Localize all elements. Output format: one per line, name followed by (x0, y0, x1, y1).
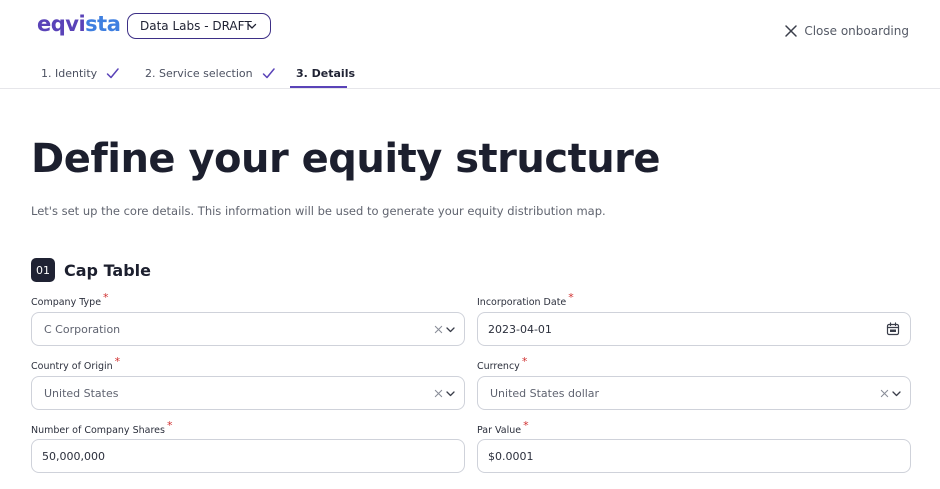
page-subtitle: Let's set up the core details. This info… (31, 204, 606, 218)
checkmark-icon (106, 67, 119, 78)
section-number-badge: 01 (31, 258, 55, 282)
currency-label-text: Currency (477, 361, 520, 372)
active-step-indicator (290, 86, 347, 88)
currency-value: United States dollar (490, 386, 600, 400)
country-label-text: Country of Origin (31, 361, 113, 372)
company-shares-value: 50,000,000 (42, 449, 105, 463)
step-label: 2. Service selection (145, 66, 253, 80)
close-icon (785, 25, 798, 37)
required-marker: * (103, 291, 109, 304)
company-type-label: Company Type * (31, 291, 109, 308)
step-label: 1. Identity (41, 66, 98, 80)
par-value-value: $0.0001 (488, 449, 534, 463)
company-shares-label: Number of Company Shares * (31, 419, 172, 436)
country-select[interactable]: United States (31, 376, 465, 410)
page-title: Define your equity structure (31, 136, 661, 182)
close-onboarding-button[interactable]: Close onboarding (784, 24, 909, 38)
chevron-down-icon (247, 23, 257, 29)
section-title: Cap Table (64, 260, 151, 280)
company-selector-dropdown[interactable]: Data Labs - DRAFT (127, 13, 271, 39)
chevron-down-icon (446, 391, 455, 397)
required-marker: * (568, 291, 574, 304)
required-marker: * (114, 355, 121, 368)
company-shares-input[interactable]: 50,000,000 (31, 439, 465, 473)
incorporation-date-label-text: Incorporation Date (477, 297, 567, 308)
company-shares-label-text: Number of Company Shares (31, 425, 165, 436)
cap-table-section-header: 01 Cap Table (31, 258, 151, 282)
incorporation-date-input[interactable]: 2023-04-01 (477, 312, 911, 346)
currency-select[interactable]: United States dollar (477, 376, 911, 410)
step-label: 3. Details (296, 66, 356, 80)
close-onboarding-label: Close onboarding (804, 24, 909, 38)
step-identity[interactable]: 1. Identity (41, 61, 120, 85)
step-details[interactable]: 3. Details (296, 61, 355, 85)
par-value-label-text: Par Value (477, 425, 522, 436)
eqvista-logo[interactable]: eqvista (37, 12, 121, 36)
currency-label: Currency * (477, 355, 527, 372)
incorporation-date-label: Incorporation Date * (477, 291, 574, 308)
par-value-label: Par Value * (477, 419, 529, 436)
onboarding-steps: 1. Identity 2. Service selection 3. Deta… (0, 57, 940, 89)
country-value: United States (44, 386, 119, 400)
company-type-select[interactable]: C Corporation (31, 312, 465, 346)
incorporation-date-value: 2023-04-01 (488, 322, 552, 336)
company-selector-label: Data Labs - DRAFT (140, 19, 252, 33)
clear-icon[interactable] (432, 322, 444, 336)
chevron-down-icon (446, 327, 455, 333)
chevron-down-icon (892, 391, 901, 397)
clear-icon[interactable] (878, 386, 890, 400)
logo-text: eqvista (37, 12, 121, 36)
clear-icon[interactable] (432, 386, 444, 400)
company-type-value: C Corporation (44, 322, 121, 336)
checkmark-icon (262, 67, 275, 78)
required-marker: * (521, 355, 528, 368)
required-marker: * (166, 419, 173, 432)
company-type-label-text: Company Type (31, 297, 102, 308)
required-marker: * (523, 419, 529, 432)
par-value-input[interactable]: $0.0001 (477, 439, 911, 473)
step-service-selection[interactable]: 2. Service selection (145, 61, 276, 85)
country-label: Country of Origin * (31, 355, 120, 372)
calendar-icon[interactable] (886, 322, 900, 336)
